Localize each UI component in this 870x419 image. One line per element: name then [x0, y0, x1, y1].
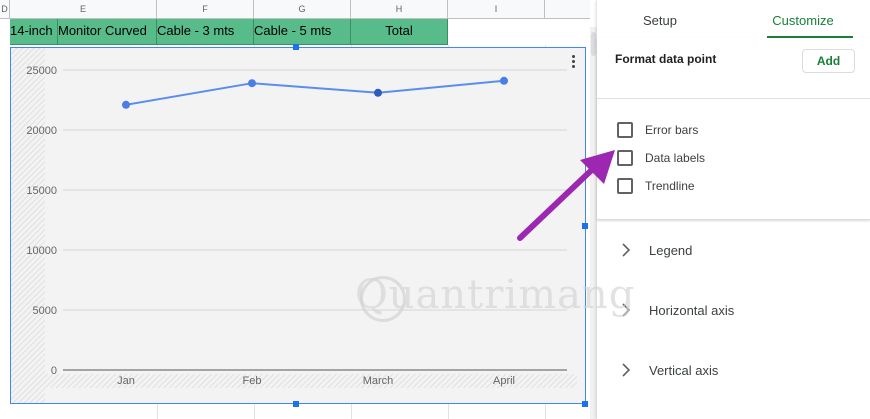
divider [597, 98, 870, 99]
data-point [122, 100, 130, 109]
data-point [248, 79, 256, 88]
y-tick-label: 20000 [26, 125, 57, 137]
x-tick-label: Jan [117, 375, 135, 387]
x-tick-label: April [493, 375, 515, 387]
section-label: Vertical axis [649, 363, 719, 378]
tab-setup[interactable]: Setup [597, 0, 723, 38]
chevron-right-icon [622, 243, 631, 257]
chevron-right-icon [622, 363, 631, 377]
checkbox-box[interactable] [617, 178, 633, 194]
more-vert-icon[interactable] [569, 54, 577, 72]
checkbox-label: Trendline [645, 179, 695, 193]
y-tick-label: 15000 [26, 185, 57, 197]
y-tick-label: 25000 [26, 65, 57, 77]
resize-handle-corner[interactable] [582, 401, 588, 407]
resize-handle-bottom[interactable] [293, 401, 299, 407]
cell-cable-5[interactable]: Cable - 5 mts [254, 19, 351, 45]
tab-customize[interactable]: Customize [753, 0, 853, 38]
series-line [125, 79, 505, 106]
checkbox-error-bars[interactable]: Error bars [617, 120, 698, 140]
y-tick-label: 5000 [33, 305, 57, 317]
format-data-point-label: Format data point [615, 52, 717, 66]
scrollbar-thumb[interactable] [591, 32, 596, 56]
cell-14-inch[interactable]: 14-inch [10, 19, 58, 45]
cell-monitor-curved[interactable]: Monitor Curved [58, 19, 157, 45]
column-header-i[interactable]: I [448, 0, 545, 19]
column-header-h[interactable]: H [351, 0, 448, 19]
line-chart[interactable]: 0 5000 10000 15000 20000 25000 Jan Feb March Apri… [10, 47, 586, 404]
section-label: Legend [649, 243, 693, 258]
chevron-right-icon [622, 303, 631, 317]
hatched-margin [11, 48, 45, 403]
chart-editor-panel: Setup Customize Format data point Add Er… [597, 0, 870, 419]
checkbox-trendline[interactable]: Trendline [617, 176, 695, 196]
y-tick-label: 0 [51, 365, 57, 377]
add-button[interactable]: Add [802, 49, 855, 73]
x-tick-label: Feb [243, 375, 262, 387]
data-point [374, 88, 382, 97]
chart-canvas: 0 5000 10000 15000 20000 25000 Jan Feb March Apri… [11, 48, 577, 403]
x-tick-label: March [363, 375, 394, 387]
series-section: Format data point Add Error bars Data la… [597, 38, 870, 220]
resize-handle-top[interactable] [293, 44, 299, 50]
column-header-f[interactable]: F [157, 0, 254, 19]
data-point [500, 76, 508, 85]
resize-handle-right[interactable] [582, 223, 588, 229]
column-header-d[interactable]: D [0, 0, 10, 19]
checkbox-box[interactable] [617, 150, 633, 166]
cell-cable-3[interactable]: Cable - 3 mts [157, 19, 254, 45]
checkbox-data-labels[interactable]: Data labels [617, 148, 705, 168]
column-headers: D E F G H I [0, 0, 590, 19]
editor-tabs: Setup Customize [597, 0, 870, 39]
column-header-e[interactable]: E [10, 0, 157, 19]
checkbox-box[interactable] [617, 122, 633, 138]
column-header-g[interactable]: G [254, 0, 351, 19]
cell-total[interactable]: Total [351, 19, 448, 45]
section-vertical-axis[interactable]: Vertical axis [597, 342, 870, 400]
y-tick-label: 10000 [26, 245, 57, 257]
section-label: Horizontal axis [649, 303, 735, 318]
section-legend[interactable]: Legend [597, 222, 870, 280]
checkbox-label: Data labels [645, 151, 706, 165]
section-horizontal-axis[interactable]: Horizontal axis [597, 282, 870, 340]
sheet-scrollbar[interactable] [590, 27, 597, 419]
checkbox-label: Error bars [645, 123, 699, 137]
